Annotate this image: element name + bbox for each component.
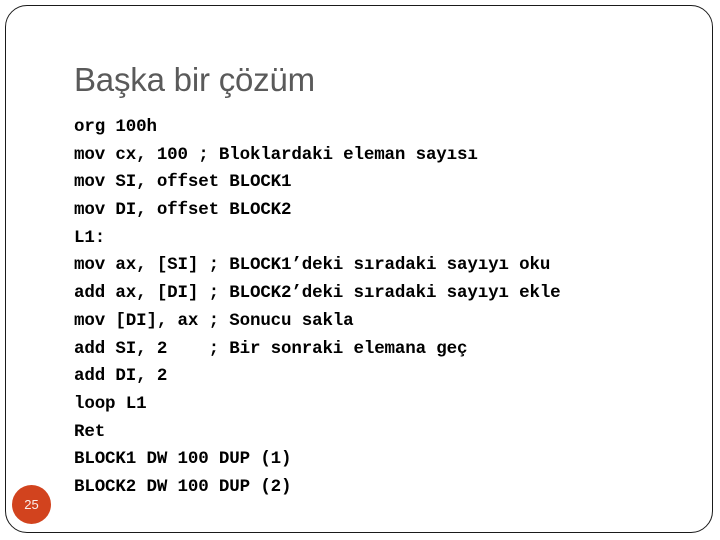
- code-block: org 100h mov cx, 100 ; Bloklardaki eleman…: [74, 114, 561, 502]
- page-title: Başka bir çözüm: [74, 61, 315, 98]
- code-line: loop L1: [74, 393, 147, 414]
- code-line: add ax, [DI] ; BLOCK2’deki sıradaki sayı…: [74, 283, 561, 304]
- presentation-slide: Başka bir çözüm org 100h mov cx, 100 ; Bl…: [0, 0, 720, 540]
- code-line: add SI, 2 ; Bir sonraki elemana geç: [74, 338, 468, 359]
- slide-number-text: 25: [24, 497, 39, 512]
- code-line: mov [DI], ax ; Sonucu sakla: [74, 310, 354, 331]
- code-line: BLOCK1 DW 100 DUP (1): [74, 449, 292, 470]
- code-line: Ret: [74, 421, 106, 442]
- code-line: mov DI, offset BLOCK2: [74, 200, 292, 221]
- code-line: mov cx, 100 ; Bloklardaki eleman sayısı: [74, 144, 478, 165]
- code-line: add DI, 2: [74, 366, 168, 387]
- code-line: L1:: [74, 227, 106, 248]
- code-line: org 100h: [74, 117, 157, 137]
- code-line: mov SI, offset BLOCK1: [74, 172, 292, 193]
- slide-number-badge: 25: [12, 485, 51, 524]
- code-line: mov ax, [SI] ; BLOCK1’deki sıradaki sayı…: [74, 255, 551, 276]
- code-line: BLOCK2 DW 100 DUP (2): [74, 476, 292, 497]
